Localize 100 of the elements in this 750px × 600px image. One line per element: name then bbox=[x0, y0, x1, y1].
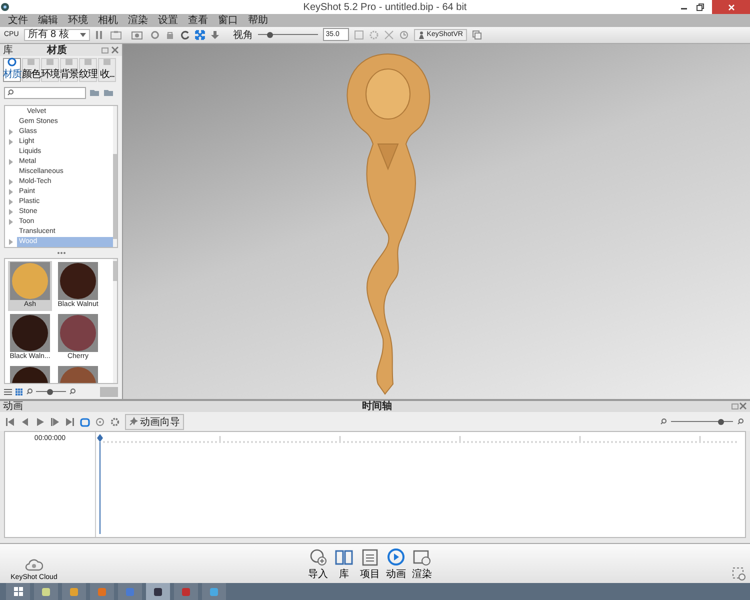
library-tab[interactable]: 背景 bbox=[60, 58, 78, 82]
library-tab[interactable]: 材质 bbox=[3, 58, 21, 82]
project-button[interactable]: 项目 bbox=[360, 548, 380, 581]
folder-add-icon[interactable] bbox=[89, 88, 100, 98]
library-tab[interactable]: 环境 bbox=[41, 58, 59, 82]
taskbar-app-button[interactable] bbox=[34, 583, 58, 600]
cloud-icon bbox=[25, 558, 43, 572]
taskbar-app-button[interactable] bbox=[146, 583, 170, 600]
library-tab[interactable]: 收... bbox=[98, 58, 116, 82]
menu-item[interactable]: 环境 bbox=[64, 14, 94, 27]
screenshot-icon[interactable] bbox=[128, 30, 145, 40]
timer-icon[interactable] bbox=[398, 30, 409, 40]
zoom-out-icon[interactable] bbox=[660, 418, 667, 426]
expand-arrow-icon[interactable] bbox=[9, 238, 13, 245]
rotate-icon[interactable] bbox=[180, 30, 190, 40]
play-icon[interactable] bbox=[35, 416, 45, 427]
app-icon bbox=[153, 586, 163, 596]
region-select-icon[interactable] bbox=[732, 567, 746, 581]
menu-item[interactable]: 编辑 bbox=[34, 14, 64, 27]
menu-item[interactable]: 查看 bbox=[184, 14, 214, 27]
scrollbar-thumb[interactable] bbox=[113, 154, 117, 239]
cpu-select[interactable]: 所有 8 核 bbox=[24, 28, 90, 41]
step-forward-icon[interactable] bbox=[50, 416, 60, 427]
document-icon bbox=[361, 548, 379, 566]
app-icon bbox=[181, 586, 191, 596]
app-icon bbox=[125, 586, 135, 596]
windows-icon bbox=[14, 587, 22, 596]
start-button[interactable] bbox=[6, 583, 30, 600]
person-icon bbox=[418, 30, 425, 39]
library-button[interactable]: 库 bbox=[334, 548, 354, 581]
camera-icon[interactable] bbox=[108, 30, 124, 40]
menu-item[interactable]: 帮助 bbox=[244, 14, 274, 27]
render-button[interactable]: 渲染 bbox=[412, 548, 432, 581]
library-tab[interactable]: 颜色 bbox=[22, 58, 40, 82]
animation-wizard-button[interactable]: 动画向导 bbox=[125, 414, 184, 430]
thumbnail-size-slider[interactable] bbox=[36, 388, 66, 396]
panel-heading: 材质 bbox=[46, 44, 68, 57]
tab-glyph-icon bbox=[102, 56, 112, 67]
tab-glyph-icon bbox=[26, 56, 36, 67]
panel-heading: 时间轴 bbox=[361, 400, 393, 414]
app-icon bbox=[69, 586, 79, 596]
undock-icon[interactable] bbox=[731, 402, 739, 410]
caret-icon bbox=[80, 32, 86, 37]
menu-item[interactable]: 相机 bbox=[94, 14, 124, 27]
close-icon bbox=[728, 4, 734, 10]
step-back-icon[interactable] bbox=[20, 416, 30, 427]
zoom-out-icon[interactable] bbox=[26, 388, 33, 396]
timeline-zoom-slider[interactable] bbox=[671, 418, 733, 426]
refresh-icon[interactable] bbox=[150, 30, 160, 40]
close-button[interactable] bbox=[712, 0, 750, 14]
zoom-in-icon[interactable] bbox=[737, 418, 744, 426]
skip-end-icon[interactable] bbox=[65, 416, 75, 427]
lock-icon[interactable] bbox=[164, 30, 175, 40]
down-arrow-icon[interactable] bbox=[210, 30, 220, 40]
close-icon[interactable] bbox=[739, 402, 747, 410]
app-icon bbox=[41, 586, 51, 596]
grid-view-icon[interactable] bbox=[15, 388, 23, 396]
menu-item[interactable]: 渲染 bbox=[124, 14, 154, 27]
restore-icon[interactable] bbox=[696, 3, 704, 11]
import-icon bbox=[309, 548, 327, 566]
menu-item[interactable]: 文件 bbox=[4, 14, 34, 27]
import-button[interactable]: 导入 bbox=[308, 548, 328, 581]
panel-title: 动画 bbox=[3, 400, 23, 414]
pause-icon[interactable] bbox=[94, 30, 103, 40]
camera-icon bbox=[413, 548, 431, 566]
menu-item[interactable]: 窗口 bbox=[214, 14, 244, 27]
copy-icon[interactable] bbox=[472, 30, 482, 40]
fov-label: 视角 bbox=[232, 28, 253, 42]
export-button[interactable] bbox=[100, 386, 118, 397]
tab-glyph-icon bbox=[64, 56, 74, 67]
menu-item[interactable]: 设置 bbox=[154, 14, 184, 27]
playhead[interactable] bbox=[97, 434, 103, 534]
search-field[interactable] bbox=[4, 86, 86, 99]
panel-title: 库 bbox=[3, 44, 13, 57]
gear-icon[interactable] bbox=[368, 30, 379, 40]
library-tab[interactable]: 纹理 bbox=[79, 58, 97, 82]
folder-remove-icon[interactable] bbox=[103, 88, 114, 98]
close-icon[interactable] bbox=[111, 46, 119, 54]
play-circle-icon bbox=[387, 548, 405, 566]
tab-glyph-icon bbox=[7, 56, 17, 67]
tab-glyph-icon bbox=[45, 56, 55, 67]
loop-icon[interactable] bbox=[80, 416, 90, 427]
split-icon[interactable] bbox=[384, 30, 394, 40]
fov-slider[interactable] bbox=[258, 30, 318, 39]
grid-icon[interactable] bbox=[354, 30, 364, 40]
app-icon bbox=[97, 586, 107, 596]
app-icon bbox=[0, 2, 10, 12]
app-icon bbox=[209, 586, 219, 596]
undock-icon[interactable] bbox=[101, 46, 109, 54]
splitter-handle-icon[interactable] bbox=[56, 250, 66, 255]
list-view-icon[interactable] bbox=[4, 388, 12, 396]
zoom-in-icon[interactable] bbox=[69, 388, 76, 396]
expand-arrow-icon[interactable] bbox=[9, 158, 13, 165]
scrollbar-thumb[interactable] bbox=[113, 260, 117, 281]
target-icon[interactable] bbox=[95, 416, 105, 427]
animation-button[interactable]: 动画 bbox=[386, 548, 406, 581]
skip-start-icon[interactable] bbox=[5, 416, 15, 427]
search-icon bbox=[7, 89, 14, 96]
fit-icon[interactable] bbox=[194, 30, 205, 40]
gear-icon[interactable] bbox=[110, 416, 120, 427]
